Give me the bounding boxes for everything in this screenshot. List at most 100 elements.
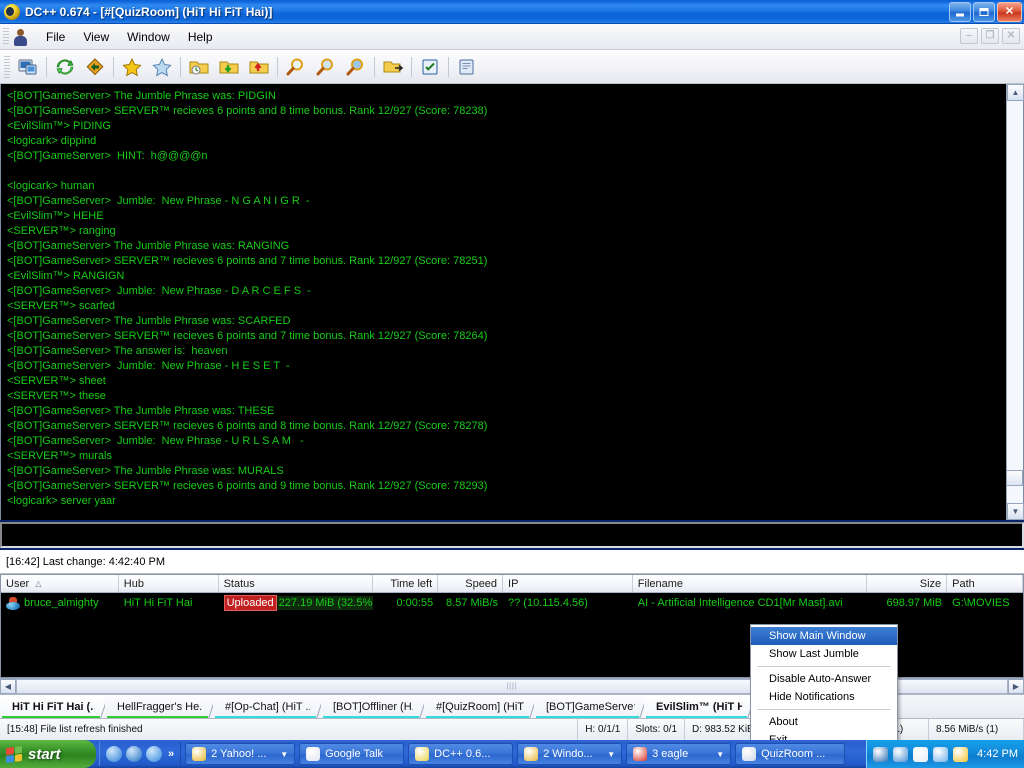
menu-item-view[interactable]: View <box>74 27 118 47</box>
context-menu-item[interactable]: Hide Notifications <box>751 688 897 706</box>
tray-context-menu: Show Main Window Show Last Jumble Disable … <box>750 624 898 752</box>
context-menu-item[interactable]: Show Last Jumble <box>751 645 897 663</box>
chat-line: <SERVER™> these <box>7 390 106 402</box>
chat-scroll-thumb[interactable] <box>1006 470 1023 486</box>
toolbar-separator <box>411 56 412 77</box>
taskbar-clock[interactable]: 4:42 PM <box>977 748 1018 760</box>
hub-tab[interactable]: [BOT]GameServer ... <box>534 695 648 718</box>
internet-explorer-icon[interactable] <box>106 746 122 762</box>
transfer-column-header[interactable]: Path <box>947 575 1024 592</box>
hub-tab[interactable]: EvilSlim™ (HiT H... <box>644 695 756 718</box>
transfer-column-header[interactable]: Speed <box>438 575 504 592</box>
transfer-column-header[interactable]: User △ <box>1 575 119 592</box>
context-menu-item[interactable]: Disable Auto-Answer <box>751 670 897 688</box>
transfer-column-header[interactable]: Time left <box>373 575 439 592</box>
browser-icon[interactable] <box>126 746 142 762</box>
search-button[interactable] <box>281 53 311 81</box>
mdi-close-button[interactable]: ✕ <box>1002 28 1020 44</box>
scroll-left-icon[interactable]: ◀ <box>0 679 16 694</box>
chat-icon[interactable] <box>913 746 929 762</box>
status-cell: 8.56 MiB/s (1) <box>929 719 1024 740</box>
magnifier-blue-icon <box>316 58 333 75</box>
taskbar-item[interactable]: DC++ 0.6... <box>408 743 514 765</box>
chevron-down-icon[interactable]: ▼ <box>716 750 724 759</box>
menu-bar: File View Window Help – ❐ ✕ <box>0 24 1024 50</box>
follow-redirect-button[interactable] <box>80 53 110 81</box>
chat-vertical-scrollbar[interactable]: ▲ ▼ <box>1006 84 1024 520</box>
table-row[interactable]: bruce_almighty HiT Hi FiT Hai Uploaded 227… <box>1 593 1023 613</box>
search-spy-button[interactable] <box>341 53 371 81</box>
taskbar-items: 2 Yahoo! ... ▼ Google Talk DC++ 0.6... 2 Win… <box>181 743 846 765</box>
transfer-column-header[interactable]: Size <box>867 575 948 592</box>
finished-uploads-button[interactable] <box>244 53 274 81</box>
cell-size: 698.97 MiB <box>886 597 943 609</box>
scroll-right-icon[interactable]: ▶ <box>1008 679 1024 694</box>
scroll-up-icon[interactable]: ▲ <box>1007 84 1024 101</box>
open-file-list-button[interactable] <box>378 53 408 81</box>
info-icon[interactable] <box>893 746 909 762</box>
chat-line: <[BOT]GameServer> Jumble: New Phrase - D… <box>7 285 311 297</box>
transfer-column-header[interactable]: Hub <box>119 575 219 592</box>
menu-grip-handle[interactable] <box>3 27 9 46</box>
taskbar-item[interactable]: 3 eagle ▼ <box>626 743 732 765</box>
queue-button[interactable] <box>214 53 244 81</box>
yahoo-icon[interactable] <box>953 746 969 762</box>
windows-taskbar: start » 2 Yahoo! ... ▼ Google Talk DC++ 0.6… <box>0 740 1024 768</box>
quick-launch-expand-icon[interactable]: » <box>168 748 174 760</box>
cell-filename: AI - Artificial Intelligence CD1[Mr Mast… <box>637 597 843 609</box>
recent-hubs-button[interactable] <box>184 53 214 81</box>
notepad-icon <box>459 59 474 74</box>
toolbar-separator <box>374 56 375 77</box>
mdi-restore-button[interactable]: ❐ <box>981 28 999 44</box>
context-menu-item[interactable]: About <box>751 713 897 731</box>
toolbar-separator <box>180 56 181 77</box>
reconnect-button[interactable] <box>50 53 80 81</box>
network-icon[interactable] <box>933 746 949 762</box>
toolbar-separator <box>113 56 114 77</box>
toolbar-grip-handle[interactable] <box>4 55 10 78</box>
hub-tab[interactable]: HellFragger's He... <box>105 695 217 718</box>
public-hubs-button[interactable] <box>13 53 43 81</box>
close-button[interactable]: ✕ <box>997 2 1022 22</box>
hub-tab[interactable]: [BOT]Offliner (H... <box>321 695 428 718</box>
chat-messages[interactable]: <[BOT]GameServer> The Jumble Phrase was:… <box>1 84 1005 520</box>
chat-line: <[BOT]GameServer> Jumble: New Phrase - N… <box>7 195 310 207</box>
notepad-button[interactable] <box>452 53 482 81</box>
taskbar-item[interactable]: QuizRoom ... <box>735 743 846 765</box>
window-controls: ✕ <box>949 2 1022 22</box>
chat-input[interactable] <box>0 522 1024 548</box>
favorite-users-button[interactable] <box>147 53 177 81</box>
transfer-column-header[interactable]: IP <box>503 575 633 592</box>
transfer-column-header[interactable]: Filename <box>633 575 868 592</box>
maximize-button[interactable] <box>973 2 995 22</box>
status-cell: Slots: 0/1 <box>628 719 686 740</box>
hub-tab[interactable]: #[Op-Chat] (HiT ... <box>213 695 325 718</box>
settings-button[interactable] <box>415 53 445 81</box>
shield-icon[interactable] <box>873 746 889 762</box>
menu-item-help[interactable]: Help <box>179 27 222 47</box>
start-button[interactable]: start <box>0 740 96 768</box>
mdi-minimize-button[interactable]: – <box>960 28 978 44</box>
media-player-icon[interactable] <box>146 746 162 762</box>
hub-tab[interactable]: HiT Hi FiT Hai (... <box>0 695 109 718</box>
hub-tab-label: HellFragger's He... <box>117 700 204 713</box>
minimize-button[interactable] <box>949 2 971 22</box>
chat-line: <EvilSlim™> RANGIGN <box>7 270 125 282</box>
hub-tab[interactable]: #[QuizRoom] (HiT... <box>424 695 538 718</box>
taskbar-item[interactable]: Google Talk <box>299 743 405 765</box>
taskbar-item-label: Google Talk <box>325 748 384 760</box>
chevron-down-icon[interactable]: ▼ <box>607 750 615 759</box>
menu-item-file[interactable]: File <box>37 27 74 47</box>
adl-search-button[interactable] <box>311 53 341 81</box>
context-menu-item[interactable]: Show Main Window <box>751 627 897 645</box>
cell-path: G:\MOVIES <box>952 597 1010 609</box>
chevron-down-icon[interactable]: ▼ <box>280 750 288 759</box>
scroll-down-icon[interactable]: ▼ <box>1007 503 1024 520</box>
desktop: DC++ 0.674 - [#[QuizRoom] (HiT Hi FiT Ha… <box>0 0 1024 768</box>
favorite-hubs-button[interactable] <box>117 53 147 81</box>
menu-item-window[interactable]: Window <box>118 27 179 47</box>
taskbar-item[interactable]: 2 Yahoo! ... ▼ <box>185 743 296 765</box>
transfer-column-header[interactable]: Status <box>219 575 374 592</box>
refresh-icon <box>56 59 74 74</box>
taskbar-item[interactable]: 2 Windo... ▼ <box>517 743 623 765</box>
